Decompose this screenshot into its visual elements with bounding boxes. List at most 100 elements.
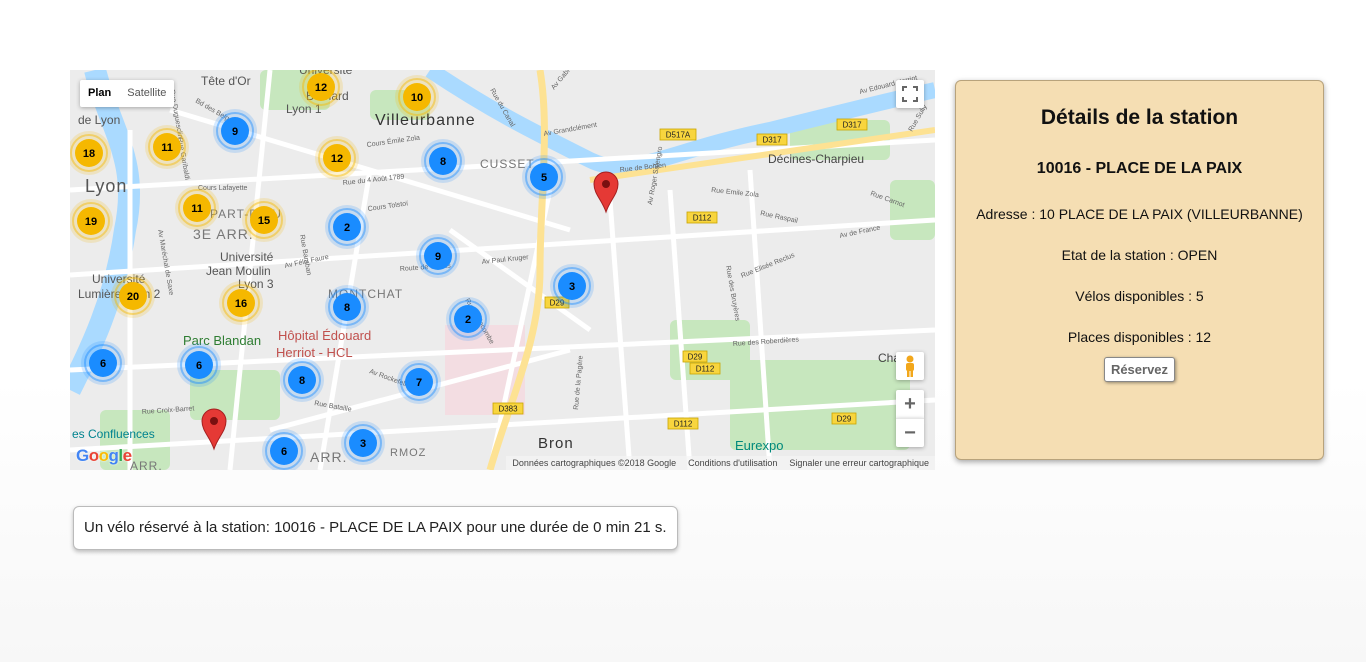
station-cluster[interactable]: 19: [70, 199, 113, 243]
road-label: Av Maréchal de Saxe: [156, 229, 174, 296]
place-label: Tête d'Or: [201, 74, 251, 88]
road-label: Rue de la Pagère: [573, 355, 585, 410]
report-error-link[interactable]: Signaler une erreur cartographique: [789, 456, 929, 470]
cluster-count: 8: [440, 156, 446, 168]
station-details-panel: Détails de la station 10016 - PLACE DE L…: [955, 80, 1324, 460]
cluster-count: 6: [281, 446, 287, 458]
cluster-count: 8: [299, 375, 305, 387]
station-name: 10016 - PLACE DE LA PAIX: [1036, 160, 1243, 177]
place-label: Herriot - HCL: [276, 345, 353, 360]
road-label: Rue Elisée Reclus: [740, 252, 796, 280]
place-label: Université: [220, 250, 274, 264]
zoom-out-button[interactable]: −: [896, 418, 924, 447]
minus-icon: −: [904, 421, 916, 444]
place-label: Hôpital Édouard: [278, 328, 371, 343]
station-cluster[interactable]: 9: [416, 234, 460, 278]
road-number-badge: D383: [492, 402, 524, 415]
reservation-message: Un vélo réservé à la station: 10016 - PL…: [73, 506, 678, 550]
road-number-badge: D317: [836, 118, 868, 131]
road-label: Av Gabriel Péri: [550, 70, 586, 91]
place-label: es Confluences: [72, 427, 155, 441]
station-marker[interactable]: [593, 171, 619, 214]
terms-link[interactable]: Conditions d'utilisation: [688, 456, 777, 470]
station-cluster[interactable]: 6: [81, 341, 125, 385]
cluster-count: 12: [315, 82, 327, 94]
road-label: Rue Raspail: [760, 210, 799, 225]
road-label: Rue Baraban: [298, 234, 312, 276]
station-cluster[interactable]: 15: [242, 198, 286, 242]
station-address: Adresse : 10 PLACE DE LA PAIX (VILLEURBA…: [976, 206, 1303, 222]
zoom-in-button[interactable]: +: [896, 390, 924, 418]
park-area: [890, 180, 935, 240]
map[interactable]: Villeurbanne Lyon CUSSET Décines-Charpieu 3E…: [70, 70, 935, 470]
station-cluster[interactable]: 8: [325, 285, 369, 329]
road-number-badge: D112: [686, 211, 718, 224]
road-number-badge: D29: [682, 350, 708, 363]
station-cluster[interactable]: 3: [341, 421, 385, 465]
cluster-count: 9: [435, 251, 441, 263]
svg-text:D383: D383: [498, 405, 518, 414]
cluster-count: 11: [191, 203, 203, 215]
cluster-count: 6: [100, 358, 106, 370]
road-label: Rue des Bruyères: [724, 265, 741, 322]
fullscreen-button[interactable]: [896, 80, 924, 108]
station-cluster[interactable]: 2: [446, 297, 490, 341]
map-attribution: Données cartographiques ©2018 Google Con…: [506, 456, 935, 470]
svg-text:D29: D29: [688, 353, 703, 362]
fullscreen-icon: [902, 86, 918, 102]
street-view-pegman[interactable]: [896, 352, 924, 380]
cluster-count: 10: [411, 92, 423, 104]
road-number-badge: D29: [831, 412, 857, 425]
station-cluster[interactable]: 8: [421, 139, 465, 183]
road-label: Cours Émile Zola: [366, 133, 421, 149]
station-cluster[interactable]: 2: [325, 205, 369, 249]
station-cluster[interactable]: 16: [219, 281, 263, 325]
road-number-badge: D112: [667, 417, 699, 430]
cluster-count: 8: [344, 302, 350, 314]
road-label: Av Grandclément: [543, 122, 597, 138]
place-label: Eurexpo: [735, 438, 783, 453]
google-logo: Google: [76, 446, 132, 465]
svg-text:D112: D112: [696, 365, 715, 374]
cluster-count: 3: [569, 281, 575, 293]
pegman-icon: [906, 355, 914, 377]
station-cluster[interactable]: 8: [280, 358, 324, 402]
cluster-count: 11: [161, 142, 173, 154]
svg-text:D29: D29: [837, 415, 852, 424]
station-cluster[interactable]: 11: [175, 186, 219, 230]
road-number-badge: D317: [756, 133, 788, 146]
station-cluster[interactable]: 12: [315, 136, 359, 180]
cluster-count: 7: [416, 377, 422, 389]
station-cluster[interactable]: 5: [522, 155, 566, 199]
station-cluster[interactable]: 6: [177, 343, 221, 387]
svg-text:D317: D317: [842, 121, 862, 130]
station-cluster[interactable]: 9: [213, 109, 257, 153]
road-number-badge: D112: [689, 362, 721, 375]
map-type-satellite-button[interactable]: Satellite: [119, 80, 174, 107]
place-label: ARR.: [130, 459, 163, 470]
cluster-count: 2: [344, 222, 350, 234]
reserve-button[interactable]: Réservez: [1103, 357, 1176, 382]
stands-available: Places disponibles : 12: [1067, 329, 1212, 345]
svg-text:D112: D112: [693, 214, 712, 223]
station-status: Etat de la station : OPEN: [1061, 247, 1218, 263]
panel-title: Détails de la station: [1040, 106, 1239, 129]
map-type-plan-button[interactable]: Plan: [80, 80, 119, 107]
place-label: de Lyon: [78, 113, 120, 127]
cluster-count: 18: [83, 148, 95, 160]
place-label: Bron: [538, 435, 574, 452]
station-cluster[interactable]: 18: [70, 131, 111, 175]
place-label: Lyon: [85, 176, 127, 196]
svg-text:D112: D112: [674, 420, 693, 429]
station-cluster[interactable]: 3: [550, 264, 594, 308]
station-cluster[interactable]: 20: [111, 274, 155, 318]
map-canvas[interactable]: VilleurbanneLyonCUSSET Décines-Charpieu3E…: [70, 70, 935, 470]
map-type-control[interactable]: Plan Satellite: [80, 80, 175, 107]
station-cluster[interactable]: 7: [397, 360, 441, 404]
station-cluster[interactable]: 10: [395, 75, 439, 119]
cluster-count: 6: [196, 360, 202, 372]
cluster-count: 12: [331, 153, 343, 165]
station-cluster[interactable]: 11: [145, 125, 189, 169]
road-label: Cours Tolstoï: [367, 200, 408, 213]
cluster-count: 19: [85, 216, 97, 228]
